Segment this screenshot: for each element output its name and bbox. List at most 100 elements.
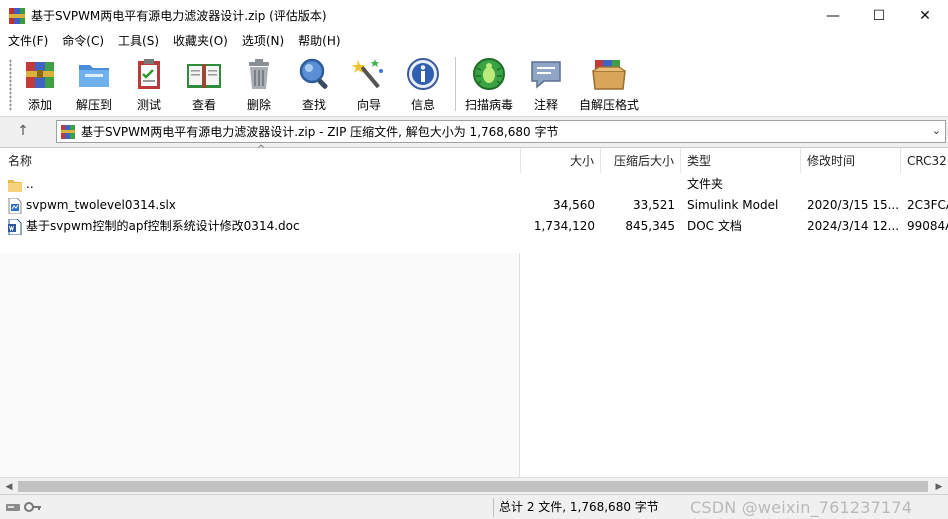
comment-label: 注释 xyxy=(533,98,558,112)
menu-help[interactable]: 帮助(H) xyxy=(294,31,344,51)
scroll-right-icon[interactable]: ▶ xyxy=(931,480,947,493)
file-crc: 99084A xyxy=(907,219,948,233)
toolbar: 添加 解压到 测试 查看 删除 查找 向导 信息 扫描病毒 注释 自解压格式 xyxy=(0,51,948,117)
key-icon[interactable] xyxy=(24,501,42,513)
find-button[interactable]: 查找 xyxy=(295,55,333,113)
title-bar: 基于SVPWM两电平有源电力滤波器设计.zip (评估版本) — ☐ ✕ xyxy=(0,0,948,31)
menu-file[interactable]: 文件(F) xyxy=(4,31,52,51)
folder-icon xyxy=(8,179,22,192)
chevron-down-icon[interactable]: ⌄ xyxy=(932,124,941,137)
add-label: 添加 xyxy=(27,98,52,112)
list-empty-area[interactable] xyxy=(0,253,520,478)
status-divider xyxy=(493,498,494,517)
maximize-icon: ☐ xyxy=(872,7,886,24)
archive-path-text: 基于SVPWM两电平有源电力滤波器设计.zip - ZIP 压缩文件, 解包大小… xyxy=(81,125,559,139)
scan-label: 扫描病毒 xyxy=(464,98,513,112)
scan-virus-button[interactable]: 扫描病毒 xyxy=(463,55,515,113)
file-modified xyxy=(807,174,899,195)
menu-bar: 文件(F) 命令(C) 工具(S) 收藏夹(O) 选项(N) 帮助(H) xyxy=(0,31,948,51)
trash-icon xyxy=(240,55,278,93)
scrollbar-thumb[interactable] xyxy=(18,481,928,492)
minimize-icon: — xyxy=(826,7,840,24)
extract-label: 解压到 xyxy=(75,98,112,112)
column-header-modified[interactable]: 修改时间 xyxy=(801,148,901,173)
column-header-type[interactable]: 类型 xyxy=(681,148,801,173)
column-header-name[interactable]: 名称 ^ xyxy=(0,144,521,173)
winrar-app-icon[interactable] xyxy=(9,7,25,24)
wizard-label: 向导 xyxy=(356,98,381,112)
column-header-crc[interactable]: CRC32 xyxy=(901,148,948,173)
file-type: DOC 文档 xyxy=(687,219,742,233)
doc-file-icon xyxy=(8,218,22,235)
list-empty-area-right[interactable] xyxy=(520,253,948,478)
drive-icon[interactable] xyxy=(6,501,20,513)
info-label: 信息 xyxy=(410,98,435,112)
file-crc: 2C3FCA xyxy=(907,198,948,212)
close-button[interactable]: ✕ xyxy=(902,0,948,31)
file-modified: 2020/3/15 15... xyxy=(807,198,899,212)
file-packed-size xyxy=(601,174,675,195)
comment-bubble-icon xyxy=(527,55,565,93)
scroll-left-icon[interactable]: ◀ xyxy=(1,480,17,493)
menu-favorites[interactable]: 收藏夹(O) xyxy=(169,31,232,51)
address-bar: ↑ 基于SVPWM两电平有源电力滤波器设计.zip - ZIP 压缩文件, 解包… xyxy=(0,117,948,145)
file-name: .. xyxy=(26,177,34,191)
file-size: 1,734,120 xyxy=(533,219,595,233)
file-type: Simulink Model xyxy=(687,198,779,212)
sfx-button[interactable]: 自解压格式 xyxy=(578,55,640,113)
horizontal-scrollbar[interactable]: ◀ ▶ xyxy=(0,477,948,494)
column-header-packed[interactable]: 压缩后大小 xyxy=(601,148,681,173)
test-label: 测试 xyxy=(136,98,161,112)
wizard-button[interactable]: 向导 xyxy=(350,55,388,113)
file-name: svpwm_twolevel0314.slx xyxy=(26,198,176,212)
archive-icon xyxy=(61,124,75,139)
close-icon: ✕ xyxy=(919,7,931,24)
sort-ascending-icon: ^ xyxy=(257,144,266,155)
file-packed-size: 845,345 xyxy=(625,219,675,233)
view-label: 查看 xyxy=(191,98,216,112)
up-arrow-icon: ↑ xyxy=(17,123,29,139)
window-title: 基于SVPWM两电平有源电力滤波器设计.zip (评估版本) xyxy=(31,9,327,23)
menu-commands[interactable]: 命令(C) xyxy=(58,31,108,51)
magic-wand-icon xyxy=(350,55,388,93)
add-button[interactable]: 添加 xyxy=(20,55,60,113)
file-packed-size: 33,521 xyxy=(633,198,675,212)
add-archive-icon xyxy=(21,55,59,93)
info-button[interactable]: 信息 xyxy=(404,55,442,113)
status-bar: 总计 2 文件, 1,768,680 字节 CSDN @weixin_76123… xyxy=(0,494,948,519)
list-item[interactable]: svpwm_twolevel0314.slx 34,560 33,521 Sim… xyxy=(0,195,948,216)
file-size: 34,560 xyxy=(553,198,595,212)
file-modified: 2024/3/14 12... xyxy=(807,219,899,233)
toolbar-separator xyxy=(455,57,456,111)
watermark: CSDN @weixin_761237174 xyxy=(690,498,913,517)
delete-label: 删除 xyxy=(246,98,271,112)
view-book-icon xyxy=(185,55,223,93)
column-header-size[interactable]: 大小 xyxy=(521,148,601,173)
sfx-box-icon xyxy=(590,55,628,93)
delete-button[interactable]: 删除 xyxy=(240,55,278,113)
slx-file-icon xyxy=(8,197,22,214)
extract-to-button[interactable]: 解压到 xyxy=(72,55,116,113)
minimize-button[interactable]: — xyxy=(810,0,856,31)
sfx-label: 自解压格式 xyxy=(578,98,639,112)
view-button[interactable]: 查看 xyxy=(182,55,226,113)
info-icon xyxy=(404,55,442,93)
menu-options[interactable]: 选项(N) xyxy=(238,31,288,51)
file-name: 基于svpwm控制的apf控制系统设计修改0314.doc xyxy=(26,219,300,233)
toolbar-grip[interactable] xyxy=(9,59,12,111)
maximize-button[interactable]: ☐ xyxy=(856,0,902,31)
list-item[interactable]: 基于svpwm控制的apf控制系统设计修改0314.doc 1,734,120 … xyxy=(0,216,948,237)
list-item[interactable]: .. 文件夹 xyxy=(0,174,948,195)
test-button[interactable]: 测试 xyxy=(130,55,168,113)
file-type: 文件夹 xyxy=(687,177,724,191)
up-folder-button[interactable]: ↑ xyxy=(12,121,34,141)
status-summary: 总计 2 文件, 1,768,680 字节 xyxy=(499,500,659,514)
path-field[interactable]: 基于SVPWM两电平有源电力滤波器设计.zip - ZIP 压缩文件, 解包大小… xyxy=(56,120,946,143)
virus-scan-icon xyxy=(470,55,508,93)
magnifier-icon xyxy=(295,55,333,93)
file-size xyxy=(521,174,595,195)
file-list: 名称 ^ 大小 压缩后大小 类型 修改时间 CRC32 .. 文件夹 svpwm… xyxy=(0,144,948,478)
menu-tools[interactable]: 工具(S) xyxy=(114,31,163,51)
comment-button[interactable]: 注释 xyxy=(527,55,565,113)
file-crc xyxy=(907,174,948,195)
